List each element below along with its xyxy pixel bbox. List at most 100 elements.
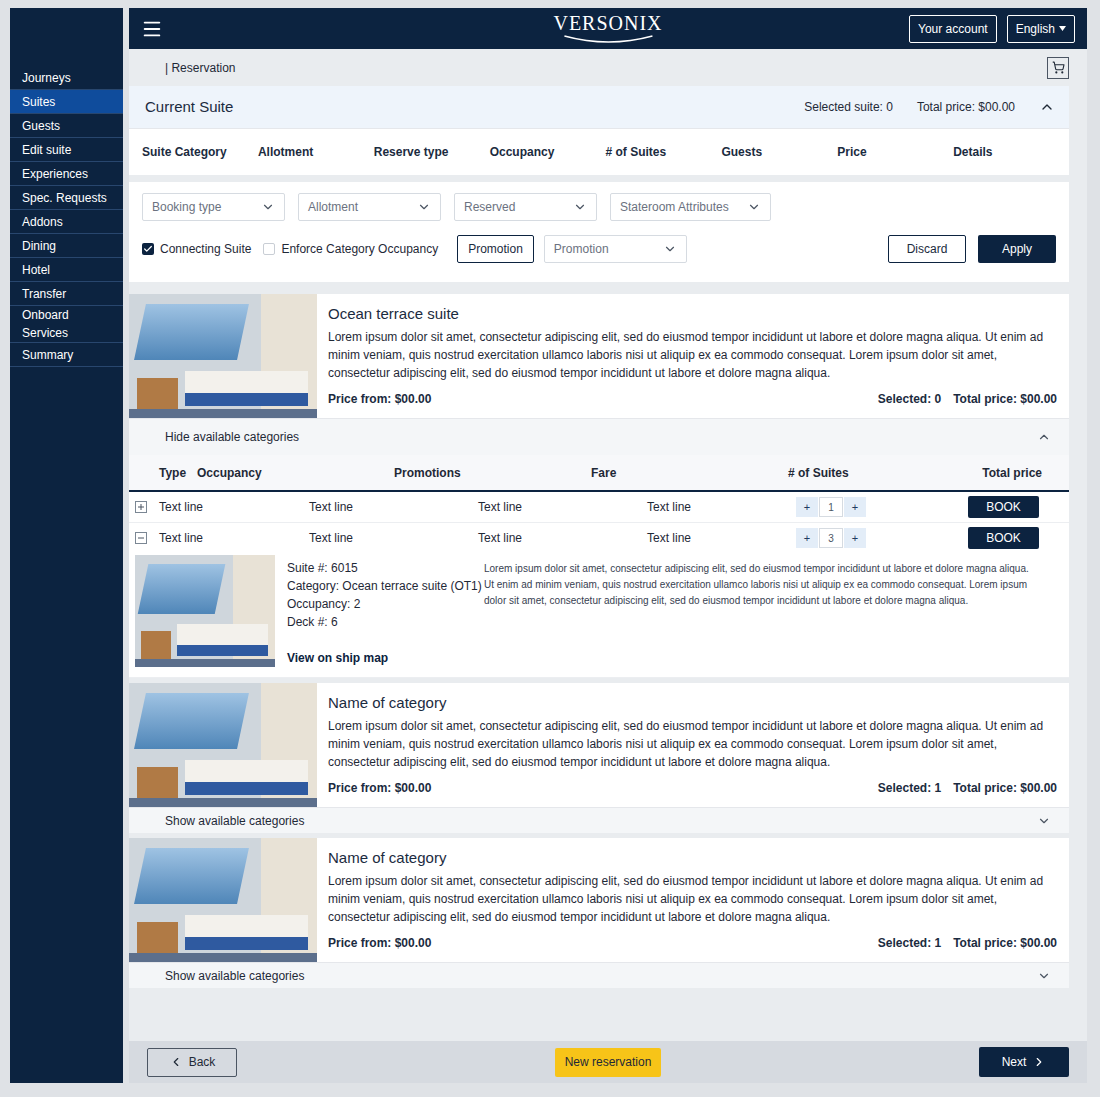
logo: VERSONIX (553, 12, 662, 44)
cart-icon (1052, 61, 1065, 74)
suite-total: Total price: $00.00 (917, 98, 1015, 116)
quantity-field[interactable]: 3 (819, 528, 843, 548)
category-photo (129, 838, 317, 962)
check-icon (143, 244, 153, 254)
table-row: Text lineText lineText lineText line+3+B… (129, 523, 1069, 678)
filter-select[interactable]: Booking type (142, 193, 285, 221)
chevron-down-icon (1037, 814, 1051, 828)
suite-columns: Suite CategoryAllotmentReserve typeOccup… (129, 128, 1069, 175)
sidebar-item[interactable]: Suites (10, 90, 123, 114)
filters-panel: Booking type Allotment Reserved Stateroom A… (129, 182, 1069, 282)
table-header: TypeOccupancyPromotionsFare# of SuitesTo… (129, 455, 1069, 492)
discard-button[interactable]: Discard (888, 235, 966, 263)
collapse-icon[interactable] (135, 532, 147, 544)
detail-line: Suite #: 6015 (287, 559, 484, 577)
sidebar-item[interactable]: Summary (10, 343, 123, 367)
chevron-up-icon[interactable] (1039, 99, 1055, 115)
category-total: Total price: $00.00 (953, 779, 1057, 797)
sidebar-item[interactable]: Journeys (10, 66, 123, 90)
category-title: Name of category (328, 693, 1057, 713)
selected-suite: Selected suite: 0 (804, 98, 893, 116)
decrement-button[interactable]: + (796, 528, 818, 548)
sidebar: JourneysSuitesGuestsEdit suiteExperience… (10, 8, 123, 1083)
sidebar-item[interactable]: Spec. Requests (10, 186, 123, 210)
table-row: Text lineText lineText lineText line+1+B… (129, 492, 1069, 523)
category-title: Name of category (328, 848, 1057, 868)
chevron-down-icon (573, 200, 587, 214)
chevron-down-icon (417, 200, 431, 214)
increment-button[interactable]: + (844, 528, 866, 548)
checkbox[interactable]: Enforce Category Occupancy (263, 240, 438, 258)
current-suite-title: Current Suite (145, 96, 233, 119)
category-description: Lorem ipsum dolor sit amet, consectetur … (328, 328, 1057, 382)
book-button[interactable]: BOOK (968, 527, 1039, 549)
suite-column: Details (953, 143, 1069, 161)
sidebar-item[interactable]: Dining (10, 234, 123, 258)
suite-column: Suite Category (142, 143, 258, 161)
sidebar-item[interactable]: Onboard Services (10, 306, 123, 343)
sidebar-item[interactable]: Edit suite (10, 138, 123, 162)
increment-button[interactable]: + (844, 497, 866, 517)
sidebar-item[interactable]: Guests (10, 114, 123, 138)
category-price: Price from: $00.00 (328, 390, 431, 408)
sidebar-item[interactable]: Transfer (10, 282, 123, 306)
apply-button[interactable]: Apply (978, 235, 1056, 263)
promotion-button[interactable]: Promotion (457, 235, 534, 263)
sidebar-item[interactable]: Addons (10, 210, 123, 234)
filter-select[interactable]: Allotment (298, 193, 441, 221)
app: JourneysSuitesGuestsEdit suiteExperience… (0, 0, 1100, 1097)
chevron-right-icon (1032, 1055, 1046, 1069)
suites-table: TypeOccupancyPromotionsFare# of SuitesTo… (129, 455, 1069, 678)
category-total: Total price: $00.00 (953, 934, 1057, 952)
expand-icon[interactable] (135, 501, 147, 513)
category-title: Ocean terrace suite (328, 304, 1057, 324)
suite-column: Reserve type (374, 143, 490, 161)
category-total: Total price: $00.00 (953, 390, 1057, 408)
filter-select[interactable]: Reserved (454, 193, 597, 221)
logo-swoosh-icon (562, 34, 654, 44)
detail-description: Lorem ipsum dolor sit amet, consectetur … (484, 555, 1041, 667)
new-reservation-button[interactable]: New reservation (555, 1048, 662, 1077)
current-suite-panel: Current Suite Selected suite: 0 Total pric… (129, 86, 1069, 175)
categories-toggle[interactable]: Show available categories (129, 807, 1069, 833)
filter-select[interactable]: Stateroom Attributes (610, 193, 771, 221)
main: VERSONIX Your account English | Reservation… (129, 8, 1087, 1083)
suite-column: Occupancy (490, 143, 606, 161)
suite-photo (135, 555, 275, 667)
category-list: Ocean terrace suite Lorem ipsum dolor sit… (129, 294, 1069, 988)
book-button[interactable]: BOOK (968, 496, 1039, 518)
footer: Back New reservation Next (129, 1041, 1087, 1083)
category-photo (129, 294, 317, 418)
checkbox[interactable]: Connecting Suite (142, 240, 251, 258)
account-button[interactable]: Your account (909, 15, 997, 43)
menu-icon[interactable] (141, 18, 163, 40)
quantity-stepper: +3+ (796, 528, 866, 548)
sidebar-item[interactable]: Hotel (10, 258, 123, 282)
categories-toggle[interactable]: Show available categories (129, 962, 1069, 988)
caret-icon (1059, 26, 1066, 31)
suite-column: Price (837, 143, 953, 161)
category-price: Price from: $00.00 (328, 934, 431, 952)
quantity-stepper: +1+ (796, 497, 866, 517)
ship-map-link[interactable]: View on ship map (287, 649, 484, 667)
promotion-select[interactable]: Promotion (544, 235, 687, 263)
category-card: Name of categoryLorem ipsum dolor sit am… (129, 683, 1069, 833)
cart-button[interactable] (1047, 57, 1069, 79)
categories-toggle[interactable]: Hide available categories (129, 418, 1069, 455)
next-button[interactable]: Next (979, 1047, 1069, 1077)
quantity-field[interactable]: 1 (819, 497, 843, 517)
decrement-button[interactable]: + (796, 497, 818, 517)
chevron-down-icon (747, 200, 761, 214)
suite-column: Guests (721, 143, 837, 161)
back-button[interactable]: Back (147, 1048, 237, 1077)
category-card: Ocean terrace suite Lorem ipsum dolor sit… (129, 294, 1069, 678)
suite-detail: Suite #: 6015Category: Ocean terrace sui… (129, 553, 1069, 677)
chevron-down-icon (1037, 969, 1051, 983)
suite-column: # of Suites (606, 143, 722, 161)
category-photo (129, 683, 317, 807)
breadcrumb: | Reservation (165, 59, 235, 77)
sidebar-item[interactable]: Experiences (10, 162, 123, 186)
category-selected: Selected: 0 (878, 390, 941, 408)
language-button[interactable]: English (1007, 15, 1075, 43)
category-card: Name of categoryLorem ipsum dolor sit am… (129, 838, 1069, 988)
